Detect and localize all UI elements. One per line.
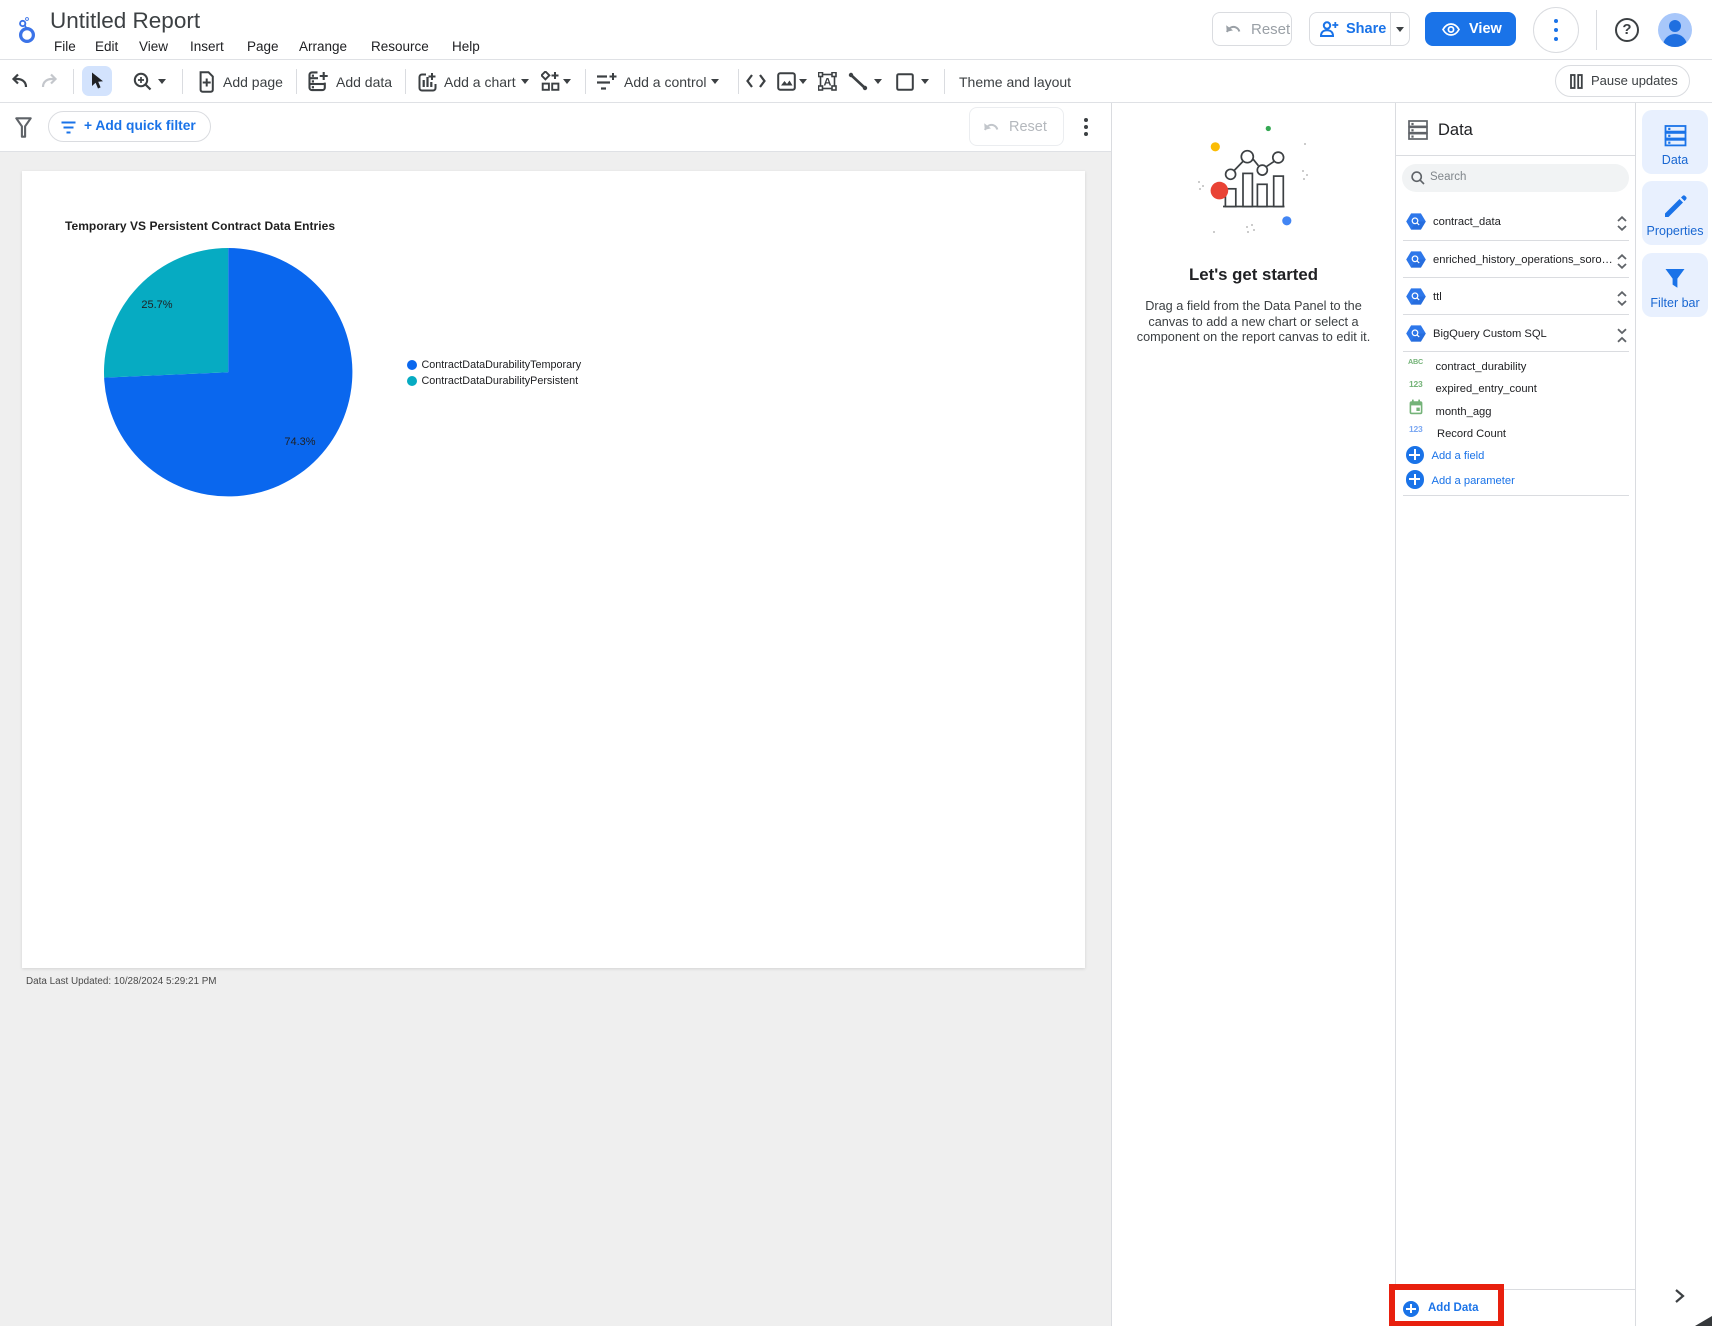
svg-text:A: A (824, 77, 832, 89)
